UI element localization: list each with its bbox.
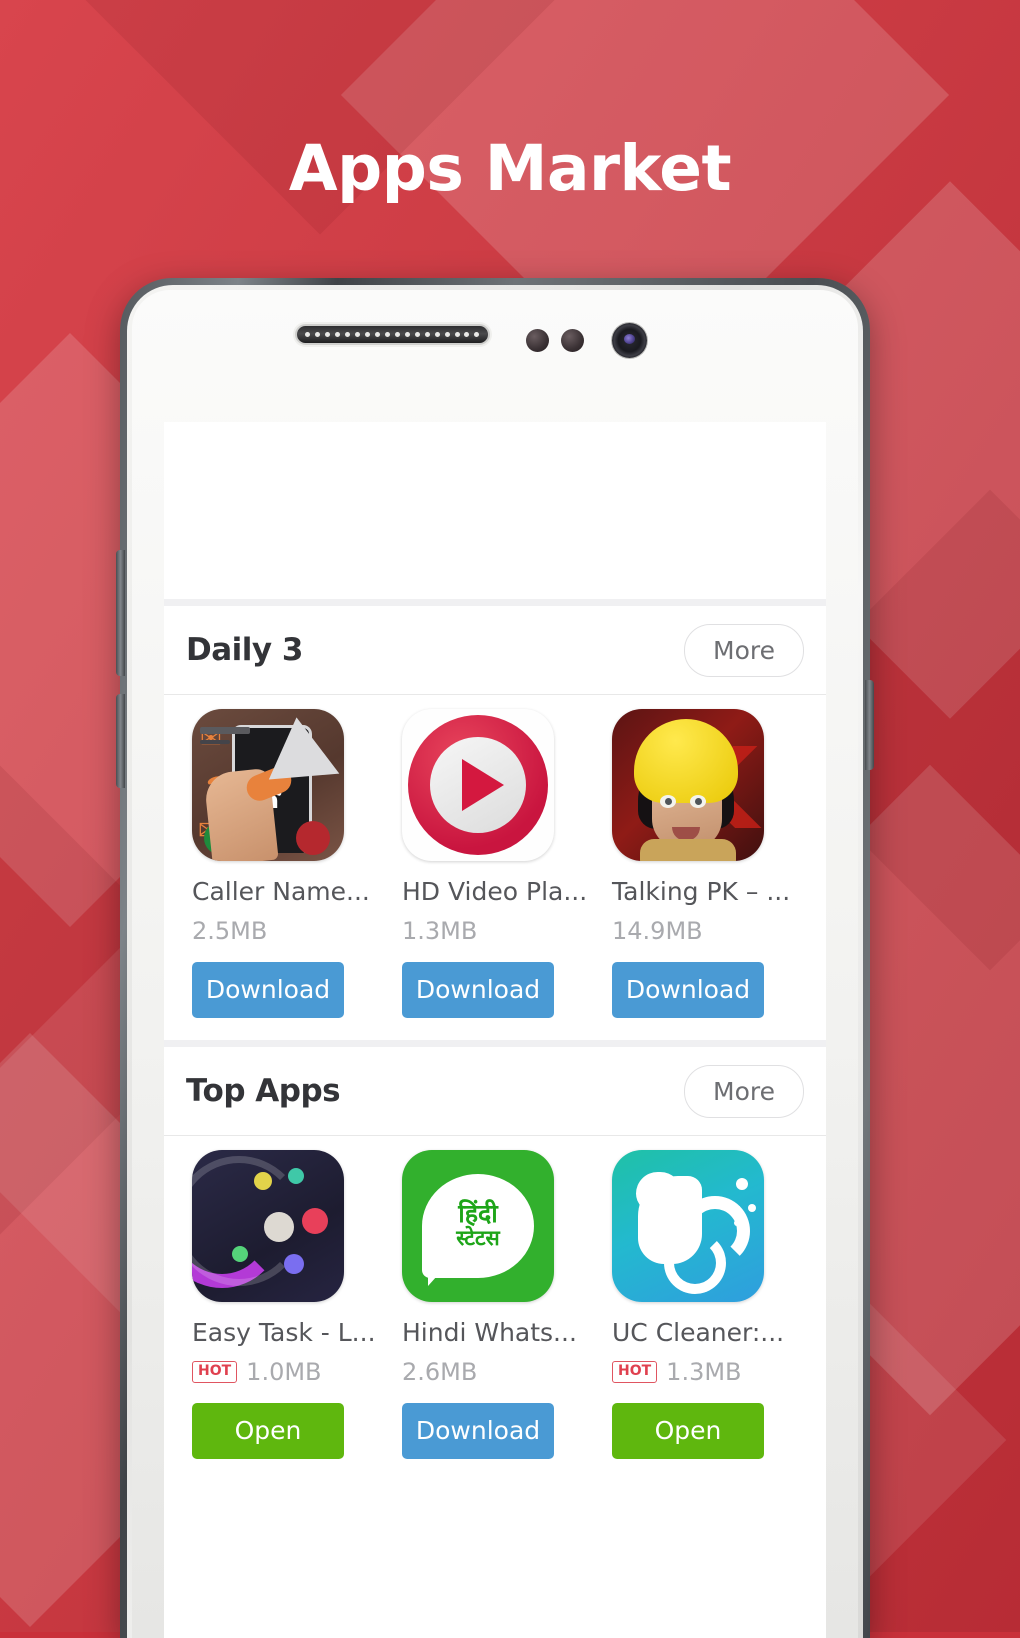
speaker-grille-icon (295, 324, 490, 345)
volume-down-button[interactable] (116, 694, 125, 788)
talking-pk-app-icon[interactable]: K (612, 709, 764, 861)
app-name: Easy Task - L... (192, 1318, 376, 1347)
open-button[interactable]: Open (612, 1403, 764, 1459)
screen-banner-area (164, 422, 826, 599)
power-button[interactable] (865, 680, 874, 770)
app-card[interactable]: K Talking PK – ... 14.9MB Download (598, 709, 808, 1018)
page-title-wrapper: Apps Market (0, 132, 1020, 205)
app-name: UC Cleaner:... (612, 1318, 785, 1347)
section-divider (164, 1040, 826, 1047)
section-header-topapps: Top Apps More (164, 1047, 826, 1135)
easy-task-app-icon[interactable] (192, 1150, 344, 1302)
app-meta: 1.3MB (402, 916, 584, 946)
app-size: 14.9MB (612, 917, 703, 945)
hd-video-player-app-icon[interactable] (402, 709, 554, 861)
section-title: Top Apps (186, 1073, 341, 1109)
section-divider (164, 599, 826, 606)
app-row-daily3: ✉ ☎ ✉ ☎ Caller Name... 2.5MB (164, 695, 826, 1040)
app-name: HD Video Pla... (402, 877, 588, 906)
app-name: Hindi Whats... (402, 1318, 577, 1347)
download-button[interactable]: Download (192, 962, 344, 1018)
caller-name-app-icon[interactable]: ✉ ☎ ✉ ☎ (192, 709, 344, 861)
page-title: Apps Market (288, 132, 732, 205)
app-card[interactable]: Easy Task - L... HOT 1.0MB Open (178, 1150, 388, 1459)
app-size: 2.6MB (402, 1358, 478, 1386)
section-header-daily3: Daily 3 More (164, 606, 826, 694)
app-meta: 2.6MB (402, 1357, 584, 1387)
app-size: 1.0MB (246, 1358, 322, 1386)
phone-top-hardware (120, 312, 870, 364)
light-sensor-icon (561, 329, 584, 352)
app-size: 1.3MB (666, 1358, 742, 1386)
section-title: Daily 3 (186, 632, 303, 668)
uc-cleaner-app-icon[interactable] (612, 1150, 764, 1302)
app-card[interactable]: HD Video Pla... 1.3MB Download (388, 709, 598, 1018)
phone-mockup: Daily 3 More ✉ ☎ ✉ ☎ (116, 278, 874, 1638)
download-button[interactable]: Download (402, 1403, 554, 1459)
download-button[interactable]: Download (612, 962, 764, 1018)
open-button[interactable]: Open (192, 1403, 344, 1459)
hot-badge: HOT (612, 1361, 658, 1383)
app-meta: 2.5MB (192, 916, 374, 946)
phone-screen: Daily 3 More ✉ ☎ ✉ ☎ (164, 422, 826, 1638)
volume-up-button[interactable] (116, 550, 125, 676)
app-meta: HOT 1.0MB (192, 1357, 374, 1387)
app-card[interactable]: UC Cleaner:... HOT 1.3MB Open (598, 1150, 808, 1459)
app-name: Talking PK – ... (612, 877, 791, 906)
app-meta: 14.9MB (612, 916, 794, 946)
app-size: 2.5MB (192, 917, 268, 945)
app-meta: HOT 1.3MB (612, 1357, 794, 1387)
more-button-topapps[interactable]: More (684, 1064, 804, 1118)
hot-badge: HOT (192, 1361, 238, 1383)
download-button[interactable]: Download (402, 962, 554, 1018)
app-card[interactable]: हिंदी स्टेटस Hindi Whats... 2.6MB Downlo… (388, 1150, 598, 1459)
front-camera-icon (612, 323, 647, 358)
app-name: Caller Name... (192, 877, 370, 906)
proximity-sensor-icon (526, 329, 549, 352)
app-size: 1.3MB (402, 917, 478, 945)
app-card[interactable]: ✉ ☎ ✉ ☎ Caller Name... 2.5MB (178, 709, 388, 1018)
app-row-topapps: Easy Task - L... HOT 1.0MB Open हिंदी स्… (164, 1136, 826, 1481)
more-button-daily3[interactable]: More (684, 623, 804, 677)
hindi-whatsapp-status-app-icon[interactable]: हिंदी स्टेटस (402, 1150, 554, 1302)
